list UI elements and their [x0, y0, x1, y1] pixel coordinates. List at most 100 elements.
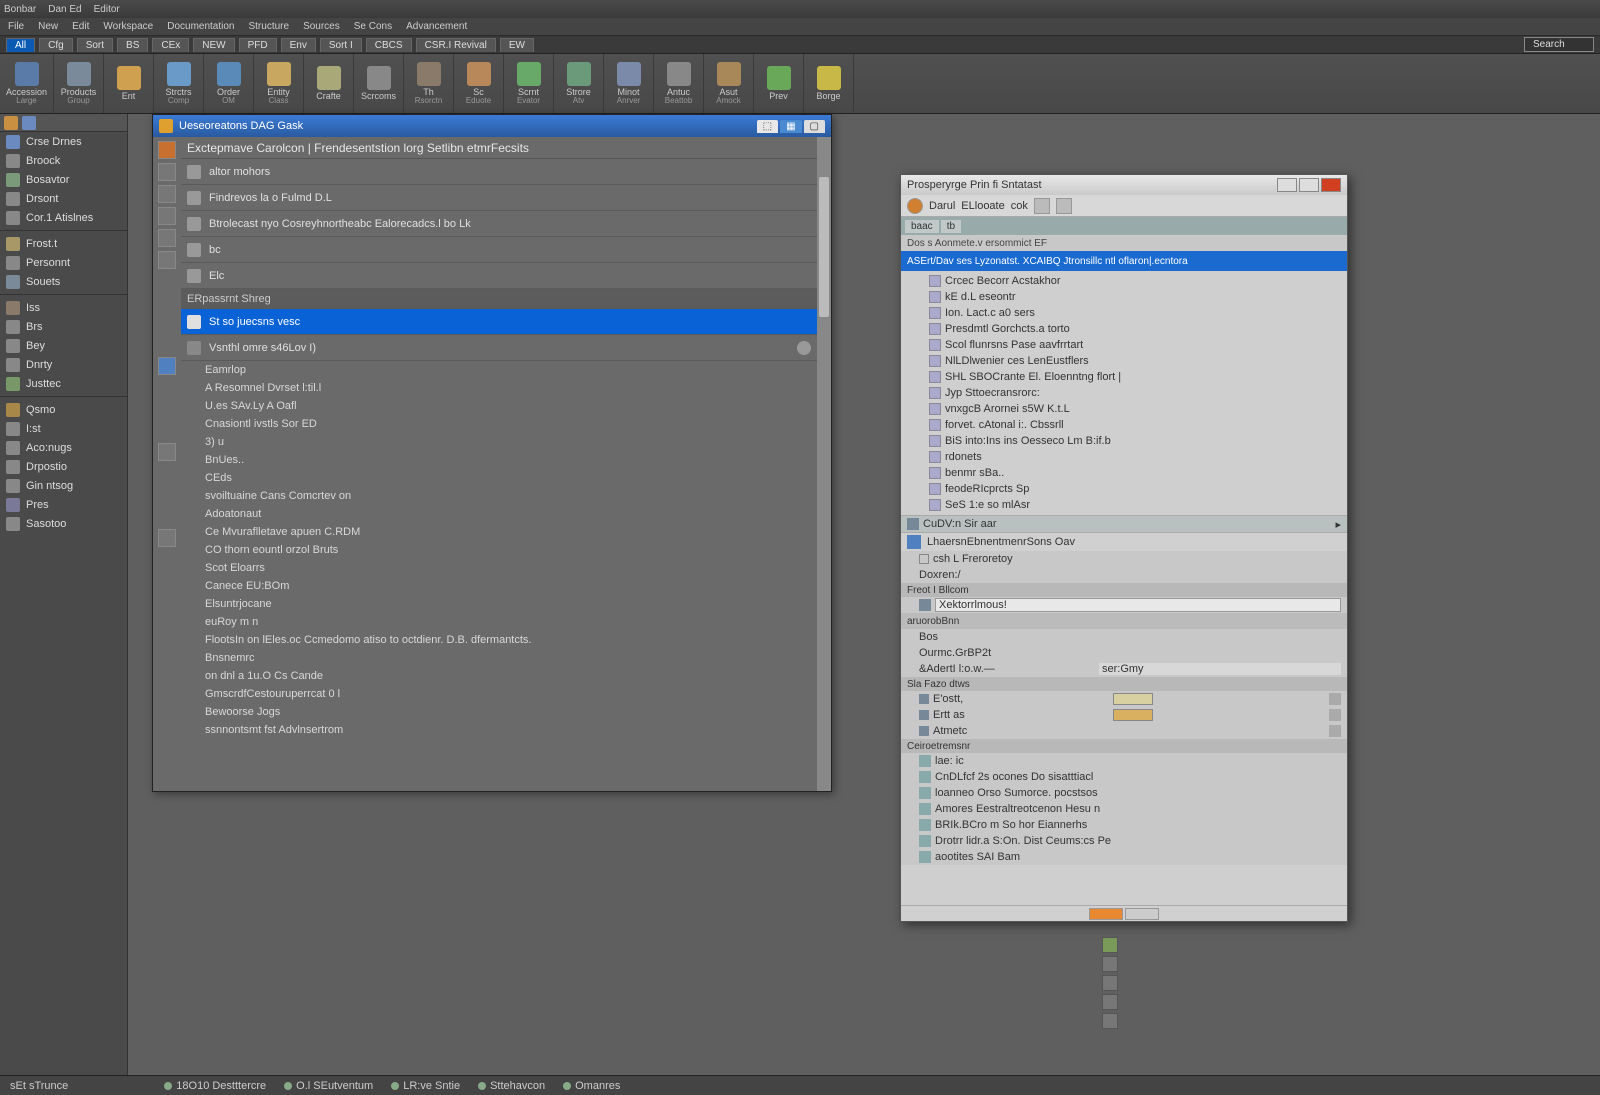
browser-detail-row[interactable]: FlootsIn on lEles.oc Ccmedomo atiso to o… — [181, 631, 817, 649]
property-row[interactable]: BRIk.BCro m So hor Eiannerhs — [901, 817, 1347, 833]
sidebar-item[interactable]: Bosavtor — [0, 170, 127, 189]
sidebar-item[interactable]: Drpostio — [0, 457, 127, 476]
tree-row[interactable]: SeS 1:e so mlAsr — [901, 497, 1347, 513]
ribbon-tab[interactable]: EW — [500, 38, 534, 52]
property-button-icon[interactable] — [1329, 725, 1341, 737]
ribbon-button[interactable]: EntityClass — [254, 54, 304, 113]
property-row[interactable]: loanneo Orso Sumorce. pocstsos — [901, 785, 1347, 801]
ribbon-button[interactable]: Prev — [754, 54, 804, 113]
browser-row[interactable]: Findrevos la o Fulmd D.L — [181, 185, 817, 211]
sidebar-item[interactable]: Bey — [0, 336, 127, 355]
sidebar-item[interactable]: Dnrty — [0, 355, 127, 374]
browser-tool-icon[interactable] — [158, 141, 176, 159]
browser-detail-row[interactable]: BnUes.. — [181, 451, 817, 469]
property-row[interactable]: Drotrr lidr.a S:On. Dist Ceums:cs Pe — [901, 833, 1347, 849]
menu-item[interactable]: Workspace — [103, 21, 153, 32]
sidebar-item[interactable]: Brs — [0, 317, 127, 336]
property-row[interactable]: Amores Eestraltreotcenon Hesu n — [901, 801, 1347, 817]
ribbon-tab[interactable]: Cfg — [39, 38, 73, 52]
dialog-titlebar[interactable]: Prosperyrge Prin fi Sntatast — [901, 175, 1347, 195]
tree-row[interactable]: benmr sBa.. — [901, 465, 1347, 481]
ribbon-button[interactable]: Ent — [104, 54, 154, 113]
browser-detail-row[interactable]: GmscrdfCestouruperrcat 0 l — [181, 685, 817, 703]
sidebar-item[interactable]: Justtec — [0, 374, 127, 393]
tree-row[interactable]: kE d.L eseontr — [901, 289, 1347, 305]
sidebar-item[interactable]: Personnt — [0, 253, 127, 272]
status-item[interactable]: LR:ve Sntie — [391, 1080, 460, 1092]
property-row[interactable]: Bos — [901, 629, 1347, 645]
ribbon-tab[interactable]: CEx — [152, 38, 189, 52]
search-input[interactable]: Search — [1524, 37, 1594, 52]
sidebar-item[interactable]: Gin ntsog — [0, 476, 127, 495]
sidebar-item[interactable]: Crse Drnes — [0, 132, 127, 151]
menu-item[interactable]: Se Cons — [354, 21, 392, 32]
sidebar-item[interactable]: Cor.1 Atislnes — [0, 208, 127, 227]
menu-item[interactable]: Documentation — [167, 21, 234, 32]
ribbon-button[interactable]: OrderOM — [204, 54, 254, 113]
browser-detail-row[interactable]: Bewoorse Jogs — [181, 703, 817, 721]
sidebar-item[interactable]: Souets — [0, 272, 127, 291]
browser-detail-row[interactable]: on dnl a 1u.O Cs Cande — [181, 667, 817, 685]
color-swatch[interactable] — [1113, 693, 1153, 705]
sidebar-item[interactable]: I:st — [0, 419, 127, 438]
property-row[interactable]: Ourmc.GrBP2t — [901, 645, 1347, 661]
browser-tool-icon[interactable] — [158, 185, 176, 203]
browser-row[interactable]: Btrolecast nyo Cosreyhnortheabc Ealoreca… — [181, 211, 817, 237]
ribbon-button[interactable]: ThRsorctn — [404, 54, 454, 113]
dialog-selected-row[interactable]: ASErt/Dav ses Lyzonatst. XCAIBQ Jtronsil… — [901, 251, 1347, 271]
viewport-tool-icon[interactable] — [1102, 994, 1118, 1010]
browser-row[interactable]: altor mohors — [181, 159, 817, 185]
status-item[interactable]: 18O10 Destttercre — [164, 1080, 266, 1092]
sidebar-item[interactable]: Qsmo — [0, 400, 127, 419]
browser-detail-header[interactable]: Vsnthl omre s46Lov I) — [181, 335, 817, 361]
dialog-tab[interactable]: tb — [941, 220, 961, 233]
browser-tool-icon[interactable] — [158, 207, 176, 225]
status-item[interactable]: Sttehavcon — [478, 1080, 545, 1092]
dialog-tab-menu-icon[interactable] — [1329, 219, 1343, 233]
sidebar-item[interactable]: Frost.t — [0, 234, 127, 253]
maximize-button[interactable] — [1299, 178, 1319, 192]
viewport-tool-icon[interactable] — [1102, 975, 1118, 991]
ribbon-button[interactable]: AccessionLarge — [0, 54, 54, 113]
property-row[interactable]: lae: ic — [901, 753, 1347, 769]
tree-row[interactable]: BiS into:Ins ins Oesseco Lm B:if.b — [901, 433, 1347, 449]
browser-titlebar[interactable]: Ueseoreatons DAG Gask ⬚ ▦ ▢ — [153, 115, 831, 137]
browser-tool-icon[interactable] — [158, 163, 176, 181]
tree-row[interactable]: Presdmtl Gorchcts.a torto — [901, 321, 1347, 337]
browser-row[interactable]: Elc — [181, 263, 817, 289]
sidebar-item[interactable]: Broock — [0, 151, 127, 170]
browser-detail-row[interactable]: Ce Mvuraflletave apuen C.RDM — [181, 523, 817, 541]
property-row[interactable]: E'ostt, — [901, 691, 1347, 707]
browser-detail-row[interactable]: Elsuntrjocane — [181, 595, 817, 613]
sidebar-item[interactable]: Pres — [0, 495, 127, 514]
ribbon-tab[interactable]: Env — [281, 38, 316, 52]
dialog-tool-icon[interactable] — [1056, 198, 1072, 214]
property-value[interactable]: ser:Gmy — [1099, 663, 1341, 675]
browser-detail-row[interactable]: CEds — [181, 469, 817, 487]
ribbon-button[interactable]: MinotAnrver — [604, 54, 654, 113]
property-row[interactable]: aootites SAI Bam — [901, 849, 1347, 865]
ribbon-button[interactable]: ScrntEvator — [504, 54, 554, 113]
browser-row[interactable]: bc — [181, 237, 817, 263]
browser-detail-row[interactable]: Cnasiontl ivstls Sor ED — [181, 415, 817, 433]
viewport-tool-icon[interactable] — [1102, 937, 1118, 953]
menu-item[interactable]: Edit — [72, 21, 89, 32]
browser-detail-row[interactable]: 3) u — [181, 433, 817, 451]
browser-row-selected[interactable]: St so juecsns vesc — [181, 309, 817, 335]
dialog-tab[interactable]: baac — [905, 220, 939, 233]
ribbon-tab[interactable]: PFD — [239, 38, 277, 52]
ribbon-button[interactable]: AntucBeattob — [654, 54, 704, 113]
browser-tool-icon[interactable] — [158, 443, 176, 461]
browser-tab[interactable]: ▦ — [780, 120, 801, 133]
ribbon-button[interactable]: ScEduote — [454, 54, 504, 113]
viewport-tool-icon[interactable] — [1102, 956, 1118, 972]
toolbar-label[interactable]: ELlooate — [961, 200, 1004, 212]
dialog-tool-icon[interactable] — [1034, 198, 1050, 214]
browser-tab[interactable]: ▢ — [804, 120, 825, 133]
browser-detail-row[interactable]: euRoy m n — [181, 613, 817, 631]
tree-row[interactable]: SHL SBOCrante El. Eloenntng flort | — [901, 369, 1347, 385]
viewport-tool-icon[interactable] — [1102, 1013, 1118, 1029]
tree-row[interactable]: NlLDlwenier ces LenEustflers — [901, 353, 1347, 369]
property-button-icon[interactable] — [1329, 709, 1341, 721]
ribbon-tab[interactable]: Sort — [77, 38, 113, 52]
